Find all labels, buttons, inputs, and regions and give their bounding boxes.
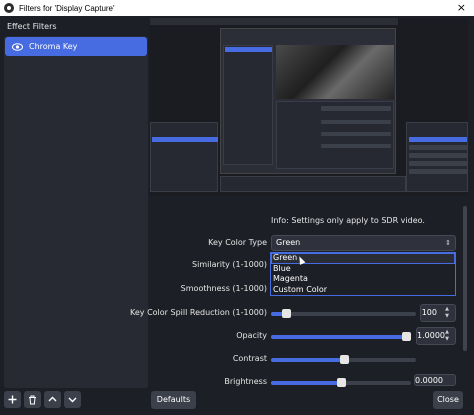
close-button[interactable]: Close [433, 391, 463, 409]
filter-list: Chroma Key [4, 36, 148, 388]
brightness-slider[interactable] [271, 378, 411, 387]
plus-icon[interactable] [4, 391, 21, 408]
spill-reduction-label: Key Color Spill Reduction (1-1000) [130, 308, 267, 317]
eye-icon[interactable] [11, 41, 23, 53]
chevron-up-down-icon: ⇕ [445, 239, 451, 247]
window-close-icon[interactable]: × [457, 1, 466, 14]
spill-reduction-value: 100 [421, 308, 437, 317]
effect-filters-panel: Effect Filters Chroma Key [4, 18, 148, 388]
slider-handle[interactable] [282, 309, 291, 318]
contrast-slider[interactable] [271, 355, 416, 364]
filter-item-chroma-key[interactable]: Chroma Key [5, 37, 147, 56]
brightness-spinbox[interactable]: 0.0000 [414, 374, 456, 386]
preview-nested-image [276, 45, 394, 99]
slider-fill [271, 335, 411, 339]
opacity-slider[interactable] [271, 332, 411, 341]
spin-arrows-icon[interactable]: ▲ ▼ [441, 329, 453, 343]
spin-arrows-icon[interactable]: ▲ ▼ [441, 306, 453, 320]
key-color-type-value: Green [276, 238, 301, 247]
contrast-label: Contrast [232, 354, 267, 363]
preview-nested-titlebar [150, 18, 398, 25]
preview-scenes-dock [150, 122, 218, 192]
slider-fill [271, 381, 341, 385]
filter-item-label: Chroma Key [29, 42, 78, 51]
brightness-label: Brightness [224, 377, 267, 386]
preview-screen-capture [150, 18, 468, 196]
opacity-label: Opacity [236, 331, 267, 340]
scrollbar-thumb[interactable] [463, 206, 467, 351]
slider-handle[interactable] [402, 332, 411, 341]
preview-nested-window [220, 28, 396, 174]
window-title: Filters for 'Display Capture' [19, 3, 115, 13]
filter-preview [150, 18, 468, 196]
spill-reduction-spinbox[interactable]: 100 ▲ ▼ [420, 304, 456, 322]
title-bar: Filters for 'Display Capture' × [0, 0, 474, 16]
defaults-button[interactable]: Defaults [151, 391, 196, 409]
preview-mixer-dock [220, 176, 406, 192]
arrow-up-icon[interactable] [44, 391, 61, 408]
obs-logo-icon [4, 3, 14, 13]
slider-handle[interactable] [340, 355, 349, 364]
opacity-spinbox[interactable]: 1.0000 ▲ ▼ [416, 327, 456, 345]
slider-fill [271, 358, 344, 362]
preview-controls-dock [406, 122, 468, 192]
dropdown-option-custom-color[interactable]: Custom Color [271, 285, 455, 296]
key-color-type-label: Key Color Type [208, 238, 267, 247]
brightness-value: 0.0000 [415, 376, 443, 385]
key-color-type-select[interactable]: Green ⇕ [271, 235, 456, 251]
preview-nested-list [223, 45, 273, 165]
arrow-down-icon[interactable] [64, 391, 81, 408]
dropdown-option-magenta[interactable]: Magenta [271, 274, 455, 285]
slider-handle[interactable] [337, 378, 346, 387]
filter-toolbar [4, 391, 81, 408]
trash-icon[interactable] [24, 391, 41, 408]
sdr-info-text: Info: Settings only apply to SDR video. [271, 216, 425, 225]
effect-filters-heading: Effect Filters [7, 22, 57, 31]
similarity-label: Similarity (1-1000) [192, 260, 267, 269]
dropdown-option-blue[interactable]: Blue [271, 264, 455, 275]
smoothness-label: Smoothness (1-1000) [180, 284, 267, 293]
spill-reduction-slider[interactable] [271, 309, 416, 318]
